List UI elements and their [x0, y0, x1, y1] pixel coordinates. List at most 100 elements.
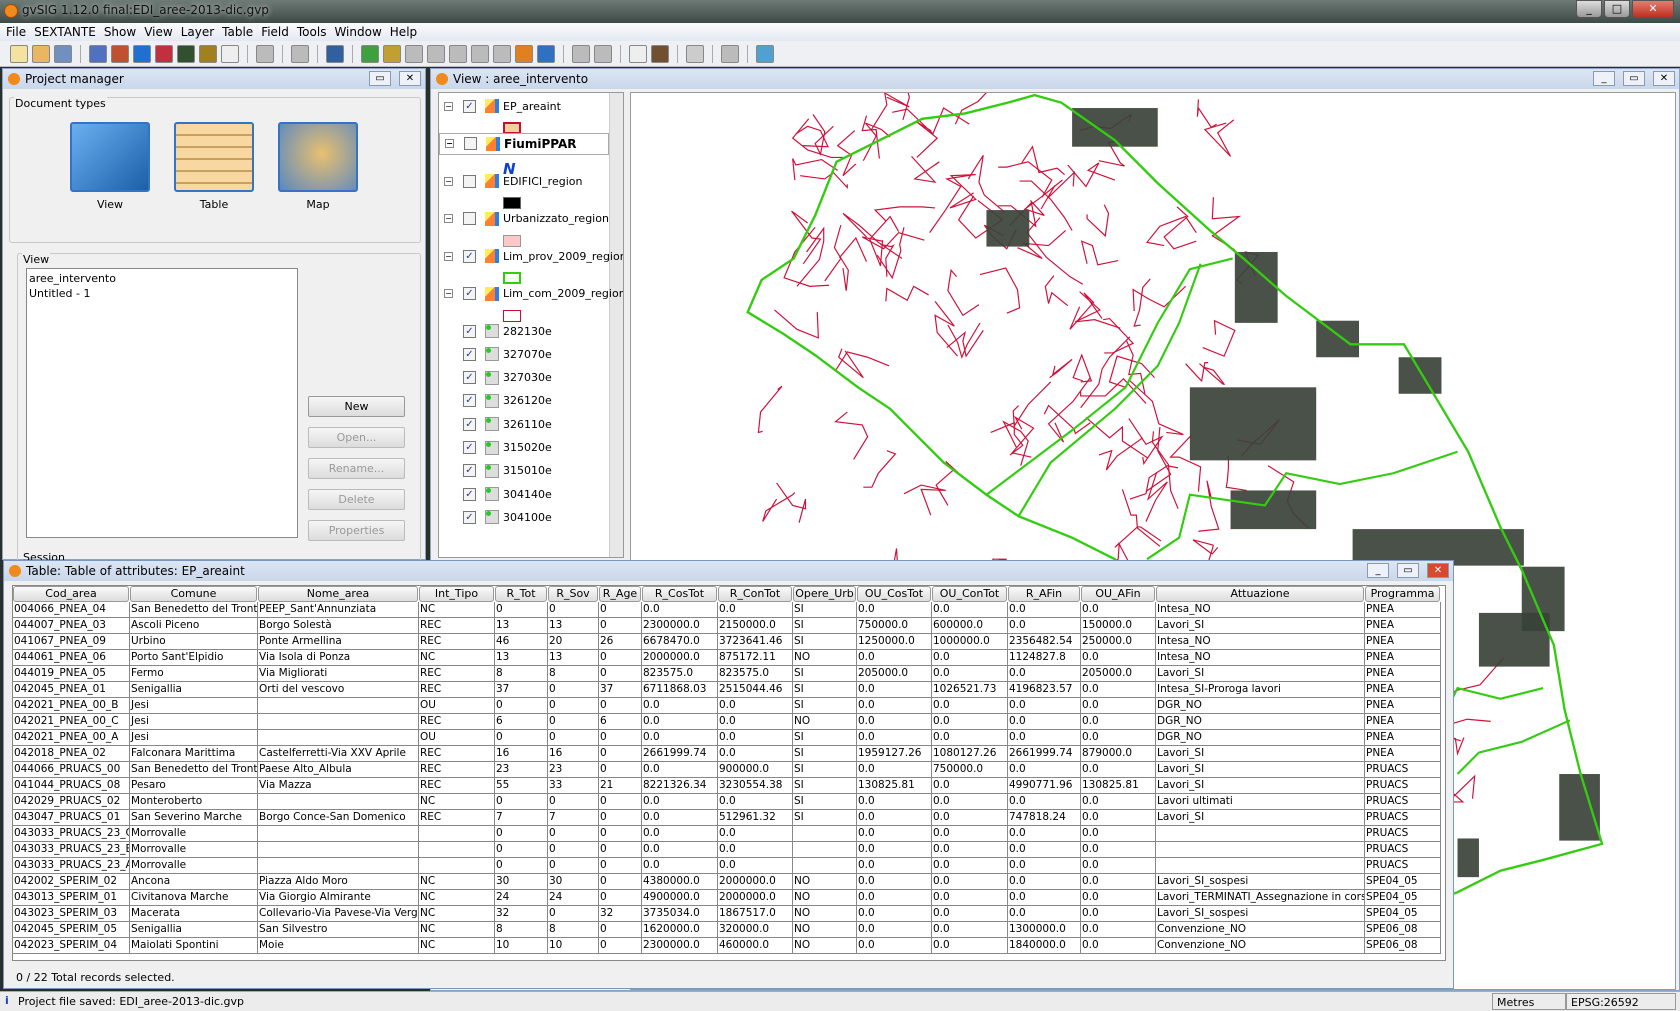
table-cell-r_costot[interactable]: 823575.0 — [642, 666, 718, 682]
table-cell-r_age[interactable]: 0 — [599, 826, 642, 842]
table-cell-r_costot[interactable]: 0.0 — [642, 826, 718, 842]
table-cell-int_tipo[interactable]: REC — [419, 762, 495, 778]
table-cell-ou_contot[interactable]: 0.0 — [932, 906, 1008, 922]
table-cell-cod_area[interactable]: 042018_PNEA_02 — [13, 746, 130, 762]
column-header-ou_afin[interactable]: OU_AFin — [1081, 586, 1155, 602]
table-cell-ou_costot[interactable]: 0.0 — [857, 698, 932, 714]
table-cell-ou_afin[interactable]: 879000.0 — [1081, 746, 1156, 762]
table-cell-opere_urb[interactable]: SI — [793, 634, 857, 650]
table-cell-attuazione[interactable]: Convenzione_NO — [1156, 922, 1365, 938]
table-cell-r_tot[interactable]: 37 — [495, 682, 548, 698]
table-cell-r_contot[interactable]: 320000.0 — [718, 922, 793, 938]
table-cell-r_tot[interactable]: 0 — [495, 602, 548, 618]
menu-show[interactable]: Show — [101, 23, 141, 41]
table-cell-r_sov[interactable]: 8 — [548, 666, 599, 682]
table-cell-nome_area[interactable]: San Silvestro — [258, 922, 419, 938]
table-cell-ou_contot[interactable]: 0.0 — [932, 810, 1008, 826]
table-cell-cod_area[interactable]: 044066_PRUACS_00 — [13, 762, 130, 778]
table-cell-r_contot[interactable]: 1867517.0 — [718, 906, 793, 922]
table-cell-cod_area[interactable]: 044061_PNEA_06 — [13, 650, 130, 666]
table-cell-opere_urb[interactable]: SI — [793, 746, 857, 762]
list-item[interactable]: Untitled - 1 — [29, 286, 295, 301]
table-cell-r_afin[interactable]: 747818.24 — [1008, 810, 1081, 826]
table-cell-opere_urb[interactable] — [793, 858, 857, 874]
collapse-toggle[interactable]: − — [444, 251, 453, 261]
table-cell-r_age[interactable]: 0 — [599, 666, 642, 682]
table-cell-int_tipo[interactable]: REC — [419, 714, 495, 730]
table-cell-r_costot[interactable]: 2661999.74 — [642, 746, 718, 762]
table-cell-cod_area[interactable]: 042021_PNEA_00_A — [13, 730, 130, 746]
layer-visibility-checkbox[interactable]: ✓ — [463, 287, 476, 300]
close-table-button[interactable]: ✕ — [1427, 563, 1449, 578]
table-cell-ou_contot[interactable]: 0.0 — [932, 778, 1008, 794]
table-row[interactable]: 041044_PRUACS_08 Pesaro Via Mazza REC 55 33 21… — [13, 778, 1445, 794]
table-cell-r_sov[interactable]: 13 — [548, 650, 599, 666]
table-cell-comune[interactable]: Macerata — [130, 906, 258, 922]
table-cell-nome_area[interactable]: Paese Alto_Albula — [258, 762, 419, 778]
table-cell-opere_urb[interactable] — [793, 842, 857, 858]
table-cell-ou_afin[interactable]: 250000.0 — [1081, 634, 1156, 650]
table-cell-r_sov[interactable]: 13 — [548, 618, 599, 634]
table-cell-opere_urb[interactable]: SI — [793, 794, 857, 810]
table-cell-opere_urb[interactable]: NO — [793, 922, 857, 938]
table-cell-comune[interactable]: Jesi — [130, 730, 258, 746]
table-cell-programma[interactable]: PNEA — [1365, 618, 1441, 634]
table-cell-r_contot[interactable]: 3723641.46 — [718, 634, 793, 650]
table-cell-r_afin[interactable]: 0.0 — [1008, 826, 1081, 842]
table-cell-int_tipo[interactable]: NC — [419, 874, 495, 890]
table-cell-comune[interactable]: Morrovalle — [130, 858, 258, 874]
table-row[interactable]: 042018_PNEA_02 Falconara Marittima Castelf… — [13, 746, 1445, 762]
table-cell-r_contot[interactable]: 512961.32 — [718, 810, 793, 826]
sort-icon[interactable] — [405, 44, 423, 63]
table-cell-r_costot[interactable]: 0.0 — [642, 858, 718, 874]
table-cell-int_tipo[interactable]: OU — [419, 698, 495, 714]
table-cell-r_sov[interactable]: 0 — [548, 906, 599, 922]
disabled-tool-icon[interactable] — [449, 44, 467, 63]
table-cell-nome_area[interactable]: Moie — [258, 938, 419, 954]
table-cell-r_age[interactable]: 0 — [599, 858, 642, 874]
table-row[interactable]: 042021_PNEA_00_B Jesi OU 0 0 0 0.0 0.0 SI 0.0 0.0 0… — [13, 698, 1445, 714]
back-icon[interactable] — [572, 44, 590, 63]
table-cell-r_tot[interactable]: 24 — [495, 890, 548, 906]
table-cell-programma[interactable]: SPE06_08 — [1365, 938, 1441, 954]
table-cell-r_tot[interactable]: 0 — [495, 842, 548, 858]
table-cell-r_costot[interactable]: 8221326.34 — [642, 778, 718, 794]
close-view-button[interactable]: ✕ — [1653, 71, 1675, 86]
help-icon[interactable] — [133, 44, 151, 63]
layer-visibility-checkbox[interactable]: ✓ — [463, 417, 476, 431]
table-cell-r_sov[interactable]: 0 — [548, 858, 599, 874]
table-cell-nome_area[interactable]: PEEP_Sant'Annunziata — [258, 602, 419, 618]
table-cell-ou_afin[interactable]: 0.0 — [1081, 826, 1156, 842]
table-cell-cod_area[interactable]: 043023_SPERIM_03 — [13, 906, 130, 922]
table-cell-r_contot[interactable]: 0.0 — [718, 826, 793, 842]
table-cell-nome_area[interactable] — [258, 842, 419, 858]
table-cell-ou_afin[interactable]: 205000.0 — [1081, 666, 1156, 682]
table-cell-attuazione[interactable] — [1156, 826, 1365, 842]
collapse-toggle[interactable]: − — [444, 101, 453, 111]
table-cell-nome_area[interactable] — [258, 794, 419, 810]
table-cell-r_contot[interactable]: 875172.11 — [718, 650, 793, 666]
open-project-icon[interactable] — [32, 44, 50, 63]
table-cell-comune[interactable]: Monteroberto — [130, 794, 258, 810]
sextante-icon[interactable] — [89, 44, 107, 63]
table-cell-programma[interactable]: PNEA — [1365, 682, 1441, 698]
table-cell-int_tipo[interactable] — [419, 826, 495, 842]
table-cell-int_tipo[interactable]: NC — [419, 906, 495, 922]
table-cell-cod_area[interactable]: 042002_SPERIM_02 — [13, 874, 130, 890]
table-cell-r_sov[interactable]: 20 — [548, 634, 599, 650]
table-cell-r_age[interactable]: 0 — [599, 698, 642, 714]
table-row[interactable]: 042045_SPERIM_05 Senigallia San Silvestro N… — [13, 922, 1445, 938]
table-cell-nome_area[interactable]: Piazza Aldo Moro — [258, 874, 419, 890]
table-cell-r_afin[interactable]: 0.0 — [1008, 714, 1081, 730]
table-cell-r_costot[interactable]: 2000000.0 — [642, 650, 718, 666]
table-cell-r_contot[interactable]: 0.0 — [718, 714, 793, 730]
disabled-tool-icon[interactable] — [256, 44, 274, 63]
column-header-r_costot[interactable]: R_CosTot — [642, 586, 717, 602]
properties-button[interactable]: Properties — [308, 520, 405, 541]
table-cell-r_tot[interactable]: 13 — [495, 618, 548, 634]
table-cell-r_afin[interactable]: 0.0 — [1008, 842, 1081, 858]
maximize-view-button[interactable]: ▭ — [1623, 71, 1645, 86]
grid-icon[interactable] — [629, 44, 647, 63]
layer-visibility-checkbox[interactable] — [464, 137, 477, 150]
table-cell-ou_costot[interactable]: 0.0 — [857, 650, 932, 666]
